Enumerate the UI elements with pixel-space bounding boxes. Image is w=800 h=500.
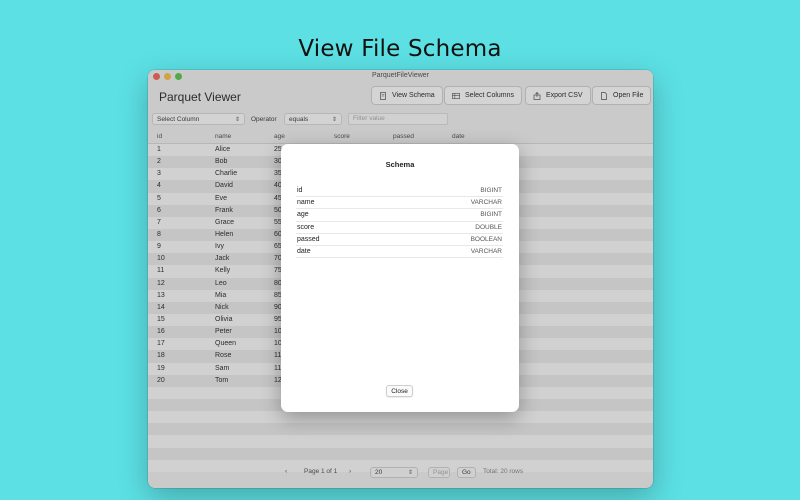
schema-field-type: BOOLEAN bbox=[470, 235, 502, 243]
schema-field-name: score bbox=[297, 223, 315, 231]
dialog-title: Schema bbox=[385, 160, 415, 169]
schema-field-type: VARCHAR bbox=[470, 247, 502, 255]
schema-dialog: Schema id BIGINT name VARCHAR age BIGINT score… bbox=[281, 144, 519, 412]
schema-field-type: BIGINT bbox=[480, 211, 502, 219]
page-headline: View File Schema bbox=[298, 36, 502, 62]
close-button[interactable]: Close bbox=[386, 385, 413, 397]
schema-field-row: id BIGINT bbox=[296, 185, 503, 198]
schema-field-row: age BIGINT bbox=[296, 209, 503, 222]
schema-field-type: VARCHAR bbox=[470, 199, 502, 207]
schema-field-row: name VARCHAR bbox=[296, 197, 503, 210]
schema-field-name: date bbox=[297, 247, 311, 255]
schema-field-name: passed bbox=[297, 235, 320, 243]
schema-field-row: date VARCHAR bbox=[296, 246, 503, 259]
schema-field-row: passed BOOLEAN bbox=[296, 234, 503, 246]
schema-field-row: score DOUBLE bbox=[296, 222, 503, 234]
app-window: ParquetFileViewer Parquet Viewer View Sc… bbox=[148, 70, 653, 488]
schema-field-name: id bbox=[297, 187, 303, 194]
schema-field-name: name bbox=[297, 199, 315, 207]
schema-field-type: BIGINT bbox=[480, 187, 502, 194]
schema-field-type: DOUBLE bbox=[475, 223, 502, 231]
schema-field-name: age bbox=[297, 211, 309, 219]
schema-list: id BIGINT name VARCHAR age BIGINT score DOUBLE p… bbox=[296, 185, 503, 259]
